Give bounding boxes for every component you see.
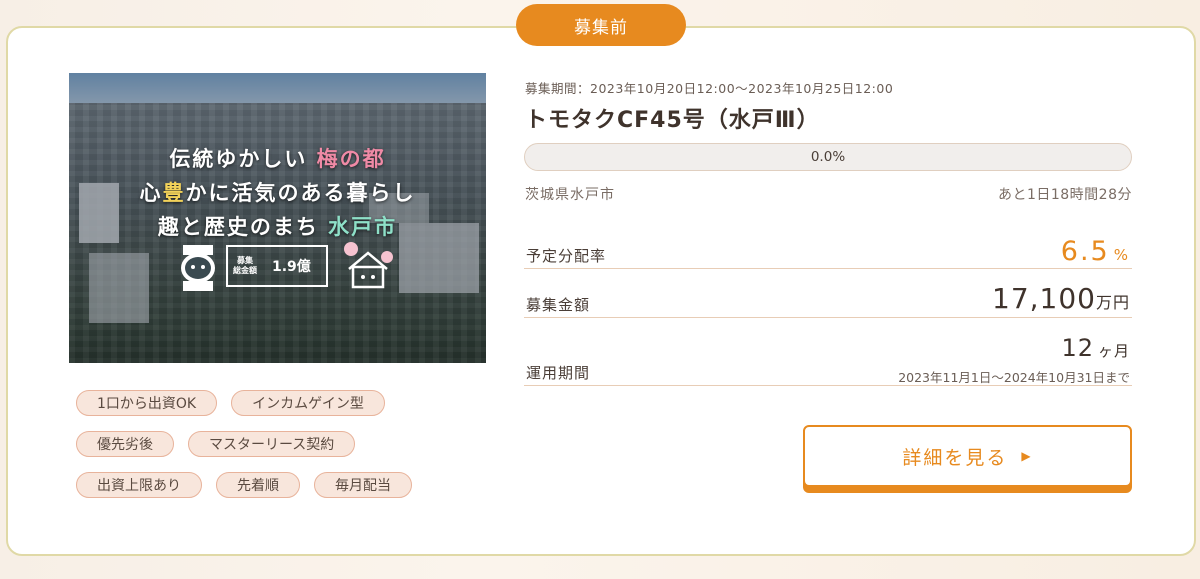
- tag: インカムゲイン型: [231, 390, 385, 416]
- location-text: 茨城県水戸市: [525, 187, 615, 203]
- view-details-button[interactable]: 詳細を見る ▶: [803, 425, 1132, 487]
- term-unit: ヶ月: [1097, 342, 1130, 360]
- status-badge: 募集前: [516, 4, 686, 46]
- banner-text-highlight: 梅の都: [316, 147, 386, 171]
- total-amount-badge: 募集 総金額 1.9億: [226, 245, 328, 287]
- banner-text-highlight: 豊: [162, 181, 186, 205]
- amount-unit: 万円: [1095, 293, 1130, 312]
- raise-amount-label: 募集金額: [526, 296, 591, 314]
- caret-right-icon: ▶: [1021, 449, 1033, 463]
- banner-text: 趣と歴史のまち: [157, 215, 319, 239]
- property-image: 伝統ゆかしい 梅の都 心豊かに活気のある暮らし 趣と歴史のまち 水戸市 募集 総金…: [69, 73, 486, 363]
- term-number: 12: [1061, 334, 1094, 362]
- ume-mascot-icon: [181, 245, 215, 291]
- funding-progress-bar: 0.0%: [524, 143, 1132, 171]
- banner-text: かに活気のある暮らし: [185, 181, 416, 205]
- rate-number: 6.5: [1060, 236, 1110, 267]
- banner-line-3: 趣と歴史のまち 水戸市: [69, 211, 486, 241]
- operation-period-label: 運用期間: [526, 364, 591, 382]
- view-details-label: 詳細を見る: [902, 446, 1008, 469]
- operation-period-range: 2023年11月1日～2024年10月31日まで: [898, 370, 1130, 385]
- raise-amount-row: 募集金額 17,100万円: [524, 280, 1132, 318]
- distribution-rate-label: 予定分配率: [526, 247, 607, 265]
- badge-label: 募集 総金額: [233, 256, 257, 275]
- banner-text: 心: [139, 181, 163, 205]
- tag-row: 1口から出資OK インカムゲイン型: [76, 390, 496, 416]
- tag: マスターリース契約: [188, 431, 356, 457]
- offering-period: 募集期間：2023年10月20日12:00～2023年10月25日12:00: [525, 81, 894, 96]
- tag: 毎月配当: [314, 472, 412, 498]
- tag: 出資上限あり: [76, 472, 202, 498]
- tag: 1口から出資OK: [76, 390, 218, 416]
- raise-amount-value: 17,100万円: [992, 282, 1130, 315]
- tag-row: 出資上限あり 先着順 毎月配当: [76, 472, 496, 498]
- banner-line-1: 伝統ゆかしい 梅の都: [69, 143, 486, 173]
- fund-title[interactable]: トモタクCF45号（水戸Ⅲ）: [525, 102, 820, 134]
- distribution-rate-row: 予定分配率 6.5%: [524, 232, 1132, 269]
- house-blossom-icon: [344, 242, 393, 289]
- time-remaining: あと1日18時間28分: [997, 187, 1132, 203]
- tag-row: 優先劣後 マスターリース契約: [76, 431, 496, 457]
- progress-label: 0.0%: [810, 149, 846, 165]
- amount-number: 17,100: [992, 282, 1096, 315]
- operation-period-row: 運用期間 12 ヶ月 2023年11月1日～2024年10月31日まで: [524, 334, 1132, 386]
- tag: 先着順: [216, 472, 300, 498]
- banner-text: 伝統ゆかしい: [169, 147, 308, 171]
- rate-unit: %: [1113, 246, 1130, 264]
- operation-period-value: 12 ヶ月: [1061, 334, 1130, 362]
- banner-line-2: 心豊かに活気のある暮らし: [69, 177, 486, 207]
- tag: 優先劣後: [76, 431, 174, 457]
- feature-tags: 1口から出資OK インカムゲイン型 優先劣後 マスターリース契約 出資上限あり …: [76, 390, 496, 513]
- distribution-rate-value: 6.5%: [1061, 236, 1130, 267]
- badge-value: 1.9億: [272, 259, 311, 275]
- banner-text-highlight: 水戸市: [328, 215, 398, 239]
